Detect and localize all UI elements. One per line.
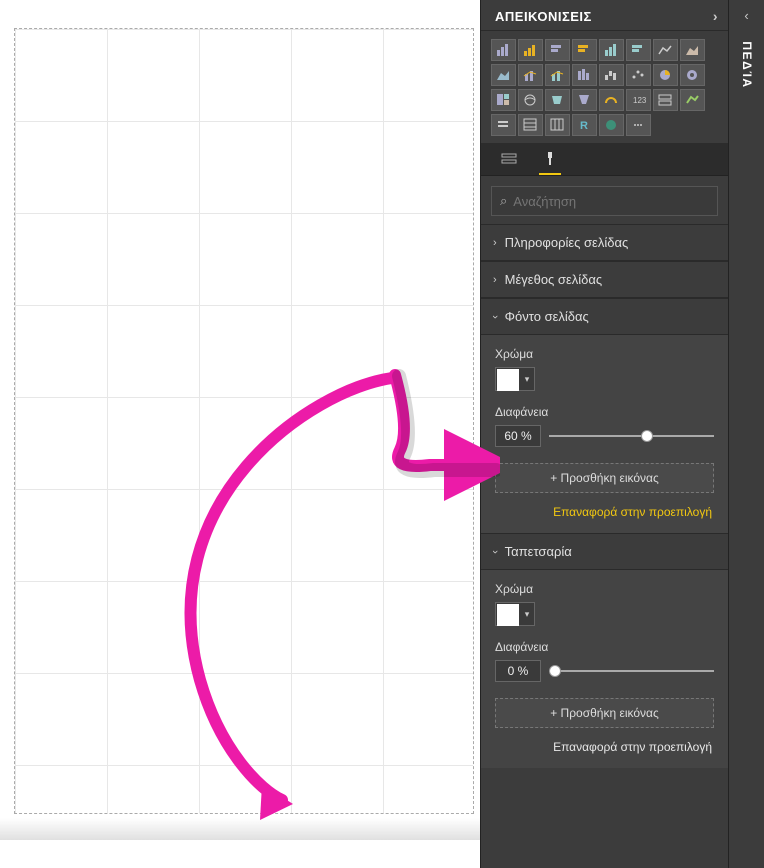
- viz-pie[interactable]: [653, 64, 678, 86]
- shadow: [0, 818, 480, 840]
- section-page-size[interactable]: › Μέγεθος σελίδας: [481, 261, 728, 298]
- viz-gauge[interactable]: [599, 89, 624, 111]
- viz-funnel[interactable]: [572, 89, 597, 111]
- section-label: Ταπετσαρία: [505, 544, 572, 559]
- reset-default-link[interactable]: Επαναφορά στην προεπιλογή: [495, 505, 714, 519]
- viz-line-stacked-column[interactable]: [545, 64, 570, 86]
- chevron-down-icon: ›: [489, 315, 501, 319]
- viz-clustered-bar[interactable]: [518, 39, 543, 61]
- section-label: Φόντο σελίδας: [505, 309, 589, 324]
- transparency-value[interactable]: 60 %: [495, 425, 541, 447]
- wallpaper-color-picker[interactable]: ▾: [495, 602, 535, 626]
- add-image-button[interactable]: + Προσθήκη εικόνας: [495, 463, 714, 493]
- panel-header[interactable]: ΑΠΕΙΚΟΝΙΣΕΙΣ ›: [481, 0, 728, 31]
- color-label: Χρώμα: [495, 582, 714, 596]
- transparency-value[interactable]: 0 %: [495, 660, 541, 682]
- viz-ribbon[interactable]: [572, 64, 597, 86]
- reset-label: Επαναφορά στην προεπιλογή: [553, 505, 712, 519]
- format-tabs: [481, 143, 728, 176]
- viz-map[interactable]: [518, 89, 543, 111]
- transparency-slider[interactable]: [549, 670, 714, 672]
- pagebg-transparency-row: 60 %: [495, 425, 714, 447]
- visualization-gallery: 123 R: [481, 31, 728, 143]
- chevron-right-icon: ›: [493, 237, 497, 249]
- viz-area[interactable]: [680, 39, 705, 61]
- chevron-right-icon[interactable]: ›: [713, 8, 718, 24]
- viz-matrix[interactable]: [545, 114, 570, 136]
- reset-label: Επαναφορά στην προεπιλογή: [553, 740, 712, 754]
- search-box[interactable]: ⌕: [491, 186, 718, 216]
- color-swatch: [497, 604, 519, 626]
- fields-panel-collapsed[interactable]: ‹ ΠΕΔΊΑ: [728, 0, 764, 868]
- viz-line-column[interactable]: [518, 64, 543, 86]
- svg-text:123: 123: [633, 96, 647, 105]
- viz-r[interactable]: R: [572, 114, 597, 136]
- search-input[interactable]: [513, 194, 709, 209]
- chevron-down-icon: ›: [489, 550, 501, 554]
- viz-column-stacked[interactable]: [545, 39, 570, 61]
- add-image-label: + Προσθήκη εικόνας: [550, 471, 659, 485]
- viz-filled-map[interactable]: [545, 89, 570, 111]
- fields-title: ΠΕΔΊΑ: [740, 41, 754, 88]
- viz-100-stacked-column[interactable]: [626, 39, 651, 61]
- reset-default-link[interactable]: Επαναφορά στην προεπιλογή: [495, 740, 714, 754]
- chevron-left-icon[interactable]: ‹: [744, 8, 748, 23]
- panel-title: ΑΠΕΙΚΟΝΙΣΕΙΣ: [495, 9, 592, 24]
- viz-donut[interactable]: [680, 64, 705, 86]
- viz-card[interactable]: 123: [626, 89, 651, 111]
- viz-100-stacked-bar[interactable]: [599, 39, 624, 61]
- transparency-label: Διαφάνεια: [495, 640, 714, 654]
- section-page-info[interactable]: › Πληροφορίες σελίδας: [481, 224, 728, 261]
- viz-kpi[interactable]: [680, 89, 705, 111]
- pagebg-color-picker[interactable]: ▾: [495, 367, 535, 391]
- wallpaper-body: Χρώμα ▾ Διαφάνεια 0 % + Προσθήκη εικόνας…: [481, 570, 728, 768]
- chevron-down-icon: ▾: [520, 368, 534, 390]
- slider-thumb[interactable]: [549, 665, 561, 677]
- transparency-label: Διαφάνεια: [495, 405, 714, 419]
- report-canvas[interactable]: [0, 0, 480, 840]
- viz-arcgis[interactable]: [599, 114, 624, 136]
- viz-line[interactable]: [653, 39, 678, 61]
- page-boundary: [14, 28, 474, 814]
- viz-stacked-area[interactable]: [491, 64, 516, 86]
- wallpaper-transparency-row: 0 %: [495, 660, 714, 682]
- visualizations-panel: ΑΠΕΙΚΟΝΙΣΕΙΣ ›: [480, 0, 728, 868]
- slider-thumb[interactable]: [641, 430, 653, 442]
- color-label: Χρώμα: [495, 347, 714, 361]
- viz-table[interactable]: [518, 114, 543, 136]
- chevron-down-icon: ▾: [520, 603, 534, 625]
- section-page-background[interactable]: › Φόντο σελίδας: [481, 298, 728, 335]
- add-image-label: + Προσθήκη εικόνας: [550, 706, 659, 720]
- viz-column-clustered[interactable]: [572, 39, 597, 61]
- viz-slicer[interactable]: [491, 114, 516, 136]
- section-label: Μέγεθος σελίδας: [505, 272, 602, 287]
- viz-stacked-bar[interactable]: [491, 39, 516, 61]
- viz-more[interactable]: [626, 114, 651, 136]
- section-wallpaper[interactable]: › Ταπετσαρία: [481, 533, 728, 570]
- page-background-body: Χρώμα ▾ Διαφάνεια 60 % + Προσθήκη εικόνα…: [481, 335, 728, 533]
- format-tab[interactable]: [539, 149, 561, 175]
- color-swatch: [497, 369, 519, 391]
- section-label: Πληροφορίες σελίδας: [505, 235, 629, 250]
- svg-text:R: R: [580, 120, 588, 132]
- viz-treemap[interactable]: [491, 89, 516, 111]
- transparency-slider[interactable]: [549, 435, 714, 437]
- add-image-button[interactable]: + Προσθήκη εικόνας: [495, 698, 714, 728]
- viz-waterfall[interactable]: [599, 64, 624, 86]
- viz-multi-card[interactable]: [653, 89, 678, 111]
- alignment-grid: [15, 29, 473, 813]
- fields-tab[interactable]: [499, 149, 521, 175]
- viz-scatter[interactable]: [626, 64, 651, 86]
- search-icon: ⌕: [500, 193, 507, 209]
- chevron-right-icon: ›: [493, 274, 497, 286]
